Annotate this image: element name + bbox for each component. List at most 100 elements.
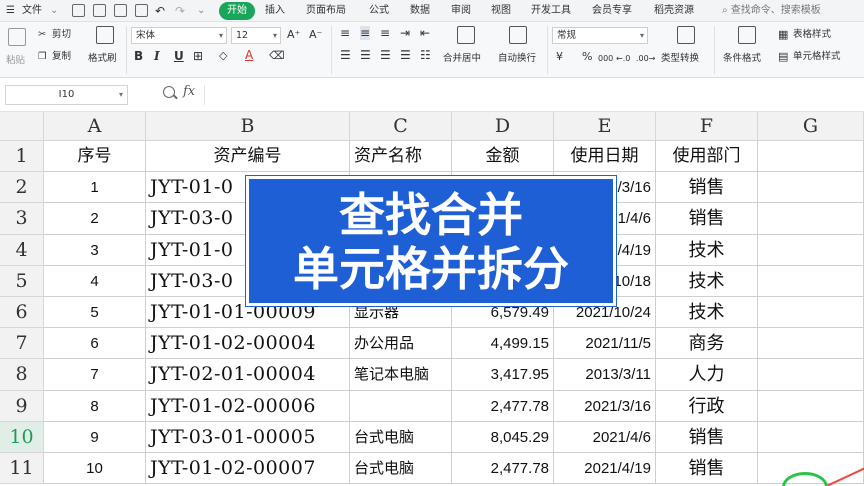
tab-docer-resources[interactable]: 稻壳资源 bbox=[654, 3, 694, 19]
column-header-a[interactable]: A bbox=[44, 112, 146, 141]
cell-serial-number[interactable]: 7 bbox=[44, 359, 146, 391]
wrap-text-button[interactable]: 自动换行 bbox=[498, 52, 536, 66]
fill-color-icon[interactable]: ◇ bbox=[219, 49, 227, 63]
file-menu[interactable]: 文件 bbox=[22, 3, 42, 19]
tab-review[interactable]: 审阅 bbox=[451, 3, 471, 19]
row-header-5[interactable]: 5 bbox=[0, 265, 44, 297]
cell-empty[interactable] bbox=[758, 328, 864, 360]
number-format-select[interactable]: 常规 bbox=[552, 27, 648, 44]
header-cell[interactable]: 金额 bbox=[452, 141, 554, 173]
tab-insert[interactable]: 插入 bbox=[265, 3, 285, 19]
align-left-icon[interactable]: ☰ bbox=[340, 48, 351, 62]
header-cell[interactable]: 使用日期 bbox=[554, 141, 656, 173]
cell-department[interactable]: 行政 bbox=[656, 390, 758, 422]
save-icon[interactable] bbox=[72, 4, 85, 17]
header-cell[interactable]: 使用部门 bbox=[656, 141, 758, 173]
merge-center-button[interactable]: 合并居中 bbox=[443, 52, 481, 66]
formula-input[interactable] bbox=[204, 85, 860, 105]
paste-icon[interactable] bbox=[8, 28, 26, 46]
cell-asset-name[interactable]: 台式电脑 bbox=[350, 421, 452, 453]
cell-department[interactable]: 销售 bbox=[656, 453, 758, 485]
cell-empty[interactable] bbox=[758, 297, 864, 329]
font-size-select[interactable]: 12 bbox=[231, 27, 281, 44]
cell-serial-number[interactable]: 1 bbox=[44, 172, 146, 204]
align-right-icon[interactable]: ☰ bbox=[380, 48, 391, 62]
row-header-1[interactable]: 1 bbox=[0, 141, 44, 173]
border-icon[interactable]: ⊞ bbox=[193, 49, 203, 63]
row-header-9[interactable]: 9 bbox=[0, 390, 44, 422]
cell-style-button[interactable]: 单元格样式 bbox=[793, 50, 841, 64]
cell-empty[interactable] bbox=[758, 203, 864, 235]
cell-empty[interactable] bbox=[758, 172, 864, 204]
underline-button[interactable]: U bbox=[174, 48, 184, 64]
row-header-2[interactable]: 2 bbox=[0, 172, 44, 204]
cell-empty[interactable] bbox=[758, 390, 864, 422]
cell-asset-name[interactable]: 办公用品 bbox=[350, 328, 452, 360]
cell-department[interactable]: 销售 bbox=[656, 421, 758, 453]
tab-member[interactable]: 会员专享 bbox=[592, 3, 632, 19]
row-header-10[interactable]: 10 bbox=[0, 421, 44, 453]
cell-asset-code[interactable]: JYT-01-02-00004 bbox=[146, 328, 350, 360]
font-grow-button[interactable]: A⁺ bbox=[287, 28, 300, 42]
column-header-e[interactable]: E bbox=[554, 112, 656, 141]
header-cell[interactable]: 资产编号 bbox=[146, 141, 350, 173]
align-middle-icon[interactable]: ≡ bbox=[360, 26, 371, 40]
tab-page-layout[interactable]: 页面布局 bbox=[306, 3, 346, 19]
align-top-icon[interactable]: ≡ bbox=[340, 26, 350, 40]
cell-department[interactable]: 技术 bbox=[656, 234, 758, 266]
font-shrink-button[interactable]: A⁻ bbox=[309, 28, 322, 42]
column-header-d[interactable]: D bbox=[452, 112, 554, 141]
cell-use-date[interactable]: 2021/4/6 bbox=[554, 421, 656, 453]
cut-button[interactable]: 剪切 bbox=[52, 28, 71, 42]
row-header-3[interactable]: 3 bbox=[0, 203, 44, 235]
eraser-icon[interactable]: ⌫ bbox=[269, 49, 285, 63]
cell-asset-code[interactable]: JYT-02-01-00004 bbox=[146, 359, 350, 391]
italic-button[interactable]: I bbox=[154, 48, 160, 64]
indent-icon[interactable]: ⇥ bbox=[400, 26, 410, 40]
justify-icon[interactable]: ☰ bbox=[400, 48, 411, 62]
type-convert-icon[interactable] bbox=[677, 26, 695, 44]
cell-empty[interactable] bbox=[758, 359, 864, 391]
row-header-4[interactable]: 4 bbox=[0, 234, 44, 266]
column-header-b[interactable]: B bbox=[146, 112, 350, 141]
format-painter-button[interactable]: 格式刷 bbox=[88, 52, 117, 66]
scissors-icon[interactable]: ✂ bbox=[38, 28, 46, 42]
format-painter-icon[interactable] bbox=[96, 26, 114, 44]
merge-cells-icon[interactable] bbox=[457, 26, 475, 44]
tab-formulas[interactable]: 公式 bbox=[369, 3, 389, 19]
cell-serial-number[interactable]: 2 bbox=[44, 203, 146, 235]
table-style-icon[interactable]: ▦ bbox=[778, 28, 788, 42]
cell-asset-code[interactable]: JYT-03-01-00005 bbox=[146, 421, 350, 453]
redo-icon[interactable]: ↷ bbox=[175, 3, 185, 19]
select-all-corner[interactable] bbox=[0, 112, 44, 141]
type-convert-button[interactable]: 类型转换 bbox=[661, 52, 699, 66]
cell-department[interactable]: 人力 bbox=[656, 359, 758, 391]
print-icon[interactable] bbox=[114, 4, 127, 17]
cell-serial-number[interactable]: 5 bbox=[44, 297, 146, 329]
column-header-c[interactable]: C bbox=[350, 112, 452, 141]
copy-button[interactable]: 复制 bbox=[52, 50, 71, 64]
outdent-icon[interactable]: ⇤ bbox=[420, 26, 430, 40]
header-cell[interactable]: 序号 bbox=[44, 141, 146, 173]
print-preview-icon[interactable] bbox=[135, 4, 148, 17]
wrap-text-icon[interactable] bbox=[509, 26, 527, 44]
bold-button[interactable]: B bbox=[134, 48, 143, 64]
column-header-g[interactable]: G bbox=[758, 112, 864, 141]
currency-button[interactable]: ¥ bbox=[556, 50, 563, 64]
cell-amount[interactable]: 4,499.15 bbox=[452, 328, 554, 360]
table-style-button[interactable]: 表格样式 bbox=[793, 28, 831, 42]
tab-view[interactable]: 视图 bbox=[491, 3, 511, 19]
cell-serial-number[interactable]: 9 bbox=[44, 421, 146, 453]
chevron-down-icon[interactable]: ⌄ bbox=[197, 3, 205, 19]
cell-use-date[interactable]: 2021/11/5 bbox=[554, 328, 656, 360]
zoom-icon[interactable] bbox=[163, 86, 175, 98]
row-header-7[interactable]: 7 bbox=[0, 328, 44, 360]
cell-empty[interactable] bbox=[758, 141, 864, 173]
cell-asset-code[interactable]: JYT-01-02-00006 bbox=[146, 390, 350, 422]
export-pdf-icon[interactable] bbox=[93, 4, 106, 17]
font-name-select[interactable]: 宋体 bbox=[131, 27, 227, 44]
header-cell[interactable]: 资产名称 bbox=[350, 141, 452, 173]
cell-asset-code[interactable]: JYT-01-02-00007 bbox=[146, 453, 350, 485]
row-header-6[interactable]: 6 bbox=[0, 297, 44, 329]
cell-serial-number[interactable]: 8 bbox=[44, 390, 146, 422]
